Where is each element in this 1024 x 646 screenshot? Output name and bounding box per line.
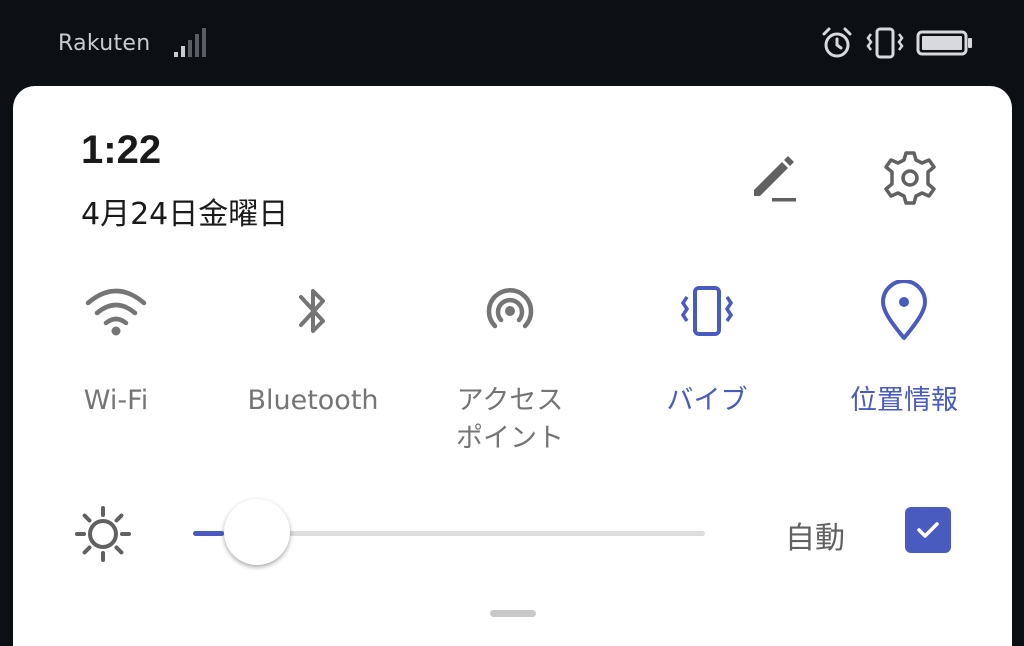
settings-icon — [884, 151, 936, 205]
checkmark-icon — [917, 522, 939, 538]
edit-button[interactable] — [742, 146, 806, 210]
tile-label: アクセス ポイント — [456, 385, 564, 454]
date: 4月24日金曜日 — [81, 197, 289, 232]
auto-brightness-label: 自動 — [785, 521, 845, 556]
tile-label: Wi-Fi — [83, 385, 149, 416]
tile-hotspot[interactable]: アクセス ポイント — [415, 276, 605, 466]
tile-label: 位置情報 — [850, 385, 958, 416]
vibrate-icon — [866, 27, 904, 59]
tile-label: Bluetooth — [247, 385, 379, 416]
tile-bluetooth[interactable]: Bluetooth — [218, 276, 408, 466]
tile-label: バイブ — [666, 385, 748, 416]
tile-wifi[interactable]: Wi-Fi — [21, 276, 211, 466]
slider-thumb[interactable] — [223, 499, 290, 565]
location-icon — [881, 280, 927, 340]
edit-icon — [754, 156, 796, 202]
battery-icon — [916, 30, 972, 56]
vibrate-icon — [680, 286, 734, 336]
clock: 1:22 — [81, 128, 162, 172]
alarm-icon — [822, 27, 852, 58]
brightness-icon — [75, 506, 131, 562]
auto-brightness-checkbox[interactable] — [905, 507, 951, 553]
slider-fill — [193, 531, 224, 536]
settings-button[interactable] — [878, 146, 942, 210]
tile-vibrate[interactable]: バイブ — [612, 276, 802, 466]
tile-location[interactable]: 位置情報 — [809, 276, 999, 466]
bluetooth-icon — [299, 289, 325, 333]
status-bar: Rakuten — [0, 0, 1024, 86]
hotspot-icon — [486, 288, 534, 329]
quick-settings-panel: 1:22 4月24日金曜日 Wi-Fi Bluetooth アクセス ポイント … — [13, 86, 1012, 646]
brightness-slider[interactable] — [193, 499, 705, 565]
drag-handle[interactable] — [490, 610, 536, 617]
carrier-name: Rakuten — [58, 31, 151, 56]
wifi-icon — [85, 288, 147, 336]
signal-icon — [174, 28, 206, 57]
